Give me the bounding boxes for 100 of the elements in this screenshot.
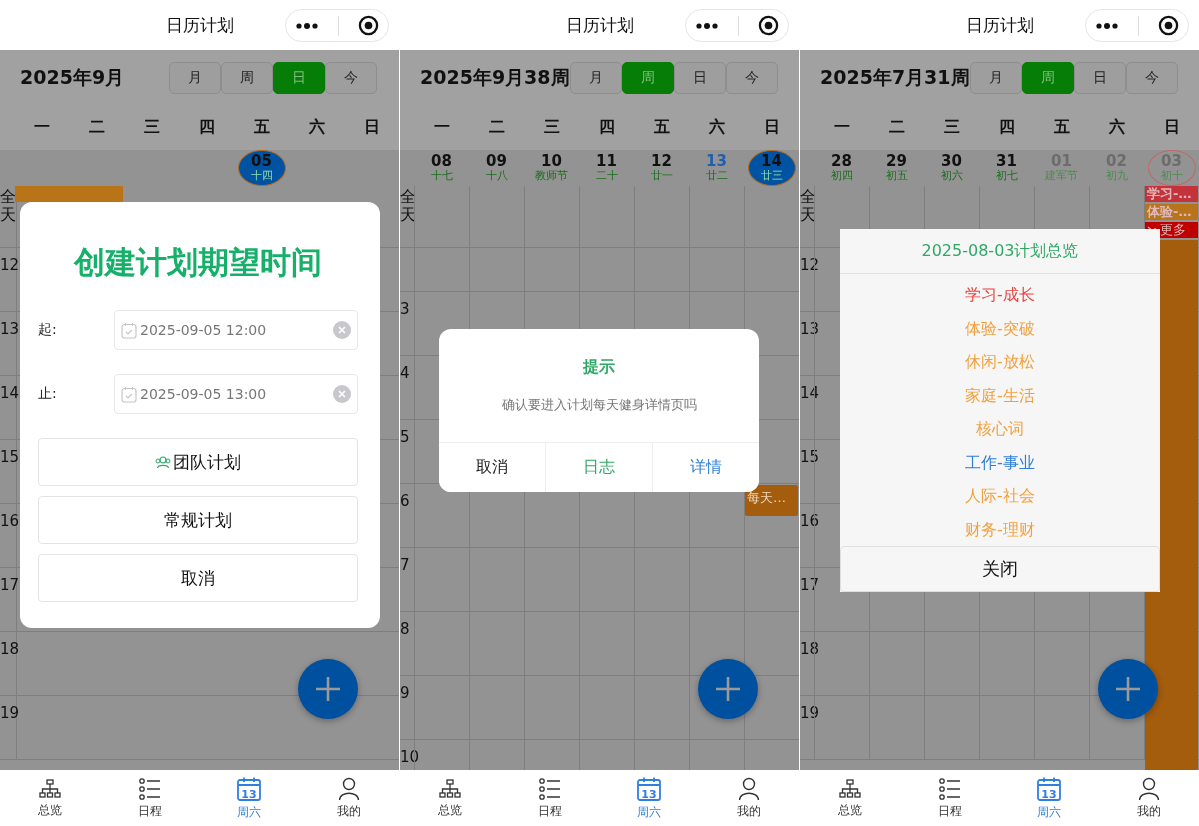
hour-label: 5 [400,428,410,446]
date-cell[interactable]: 11 二十 [582,150,631,186]
calendar-heading: 2025年9月 [20,64,125,90]
category-item[interactable]: 工作-事业 [965,445,1035,479]
nav-tab[interactable]: 日程 [99,770,200,826]
nav-tab[interactable]: 我的 [1099,770,1199,826]
date-cell[interactable]: 12 廿一 [637,150,686,186]
dialog-button[interactable]: 团队计划 [38,438,358,486]
hour-label: 18 [800,640,820,658]
calendar-event[interactable]: 每天… [745,485,798,516]
plus-icon [314,675,342,703]
date-cell[interactable]: 14 廿三 [747,150,796,186]
weekday-label: 三 [542,117,561,138]
datetime-field[interactable]: 2025-09-05 12:00 [114,310,358,350]
view-tab[interactable]: 今 [325,61,377,94]
target-icon[interactable] [757,15,779,36]
more-label: 更多 [1160,222,1186,238]
view-tab[interactable]: 周 [221,61,273,94]
close-button[interactable]: 关闭 [840,546,1160,592]
hour-label: 3 [400,300,410,318]
dialog-title: 创建计划期望时间 [72,243,323,282]
datetime-field[interactable]: 2025-09-05 13:00 [114,374,358,414]
nav-tab[interactable]: 13 周六 [999,770,1100,826]
dialog-button[interactable]: 取消 [38,554,358,602]
person-icon [738,776,761,801]
weekday-label: 六 [707,117,726,138]
view-tab[interactable]: 日 [1073,61,1126,94]
weekday-label: 三 [942,117,961,138]
weekday-label: 六 [1107,117,1126,138]
weekday-label: 四 [197,117,216,138]
nav-tab[interactable]: 13 周六 [599,770,700,826]
hour-label: 9 [400,684,410,702]
list-icon [137,776,162,801]
nav-tab[interactable]: 日程 [899,770,1000,826]
calendar-icon: 13 [236,775,263,802]
calendar-icon [121,385,137,403]
weekday-label: 二 [487,117,506,138]
date-cell[interactable]: 08 十七 [417,150,466,186]
date-cell[interactable]: 09 十八 [472,150,521,186]
view-tab[interactable]: 日 [673,61,726,94]
date-cell[interactable]: 10 教师节 [527,150,576,186]
date-cell[interactable]: 28 初四 [817,150,866,186]
nav-tab[interactable]: 我的 [299,770,399,826]
hour-label: 13 [0,320,20,338]
calendar-heading: 2025年9月38周 [420,64,570,90]
weekday-label: 三 [142,117,161,138]
field-label: 止: [38,385,58,403]
dialog-message: 确认要进入计划每天健身详情页吗 [500,396,698,414]
more-icon[interactable] [695,21,720,30]
more-icon[interactable] [295,21,320,30]
add-button[interactable] [298,659,358,719]
add-button[interactable] [1098,659,1158,719]
nav-tab[interactable]: 总览 [0,770,100,826]
hour-label: 14 [0,384,20,402]
nav-tab[interactable]: 13 周六 [199,770,300,826]
target-icon[interactable] [1157,15,1179,36]
hour-label: 16 [0,512,20,530]
list-icon [937,776,962,801]
weekday-label: 四 [997,117,1016,138]
hour-label: 18 [0,640,20,658]
nav-tab[interactable]: 总览 [800,770,900,826]
hour-label: 13 [800,320,820,338]
hour-label: 6 [400,492,410,510]
weekday-label: 日 [362,117,381,138]
view-tab[interactable]: 今 [1125,61,1178,94]
calendar-icon: 13 [1036,775,1063,802]
field-label: 起: [38,321,58,339]
weekday-label: 六 [307,117,326,138]
all-day-label: 全天 [400,186,416,224]
hour-label: 8 [400,620,410,638]
dialog-button[interactable]: 常规计划 [38,496,358,544]
plus-icon [714,675,742,703]
nav-tab[interactable]: 我的 [699,770,799,826]
weekday-label: 四 [597,117,616,138]
target-icon[interactable] [357,15,379,36]
date-cell[interactable]: 05 十四 [237,150,286,186]
view-tab[interactable]: 月 [969,61,1022,94]
weekday-label: 一 [432,117,451,138]
date-cell[interactable]: 31 初七 [982,150,1031,186]
weekday-label: 五 [252,117,271,138]
date-cell[interactable]: 30 初六 [927,150,976,186]
nav-tab[interactable]: 日程 [499,770,600,826]
hour-label: 4 [400,364,410,382]
view-tab[interactable]: 今 [725,61,778,94]
page-title: 日历计划 [165,13,234,37]
hour-label: 7 [400,556,410,574]
plus-icon [1114,675,1142,703]
view-tab[interactable]: 月 [169,61,221,94]
popup-title: 2025-08-03计划总览 [840,229,1160,274]
view-tab[interactable]: 月 [569,61,622,94]
hour-label: 16 [800,512,820,530]
hour-label: 19 [0,704,20,722]
nav-tab[interactable]: 总览 [400,770,500,826]
dialog-button[interactable]: 详情 [652,443,759,492]
hierarchy-icon [37,777,62,800]
date-cell[interactable]: 29 初五 [872,150,921,186]
add-button[interactable] [698,659,758,719]
category-item[interactable]: 学习-成长 [965,278,1035,312]
all-day-label: 全天 [800,186,816,224]
more-icon[interactable] [1095,21,1120,30]
